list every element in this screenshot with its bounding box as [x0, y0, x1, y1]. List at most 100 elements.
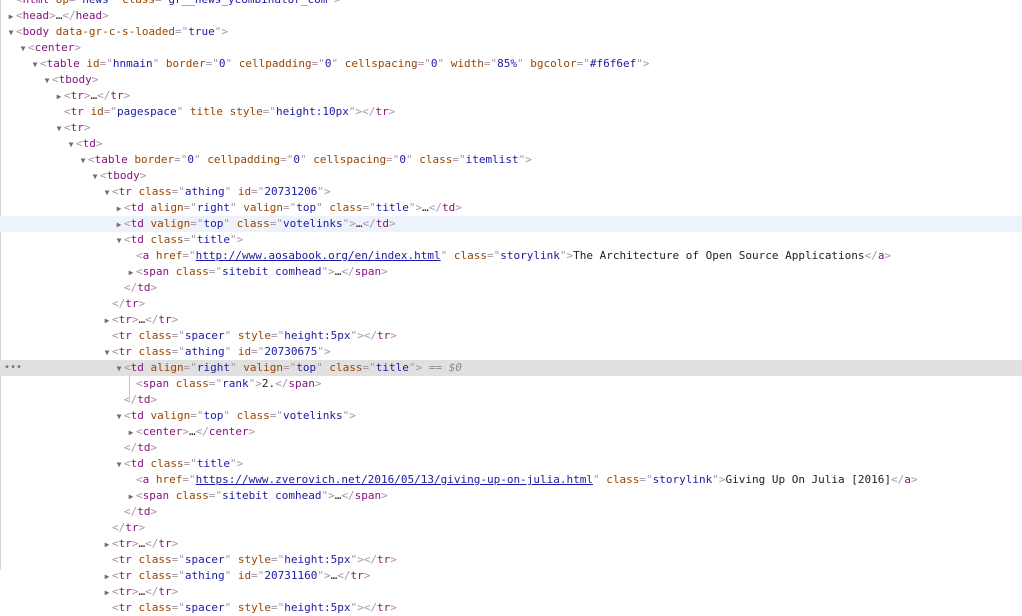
dom-node-row[interactable]: ▼ <tr class="athing" id="20730675">: [0, 344, 1022, 360]
dom-node-row[interactable]: <tr class="spacer" style="height:5px"></…: [0, 600, 1022, 616]
dom-node-row[interactable]: ▶ <center>…</center>: [0, 424, 1022, 440]
dom-node-markup[interactable]: <tbody>: [52, 73, 98, 86]
dom-node-markup[interactable]: <tr class="athing" id="20731206">: [112, 185, 331, 198]
dom-node-row[interactable]: ▼ <tbody>: [0, 72, 1022, 88]
dom-node-markup[interactable]: <td align="right" valign="top" class="ti…: [124, 361, 462, 374]
dom-node-markup[interactable]: <table border="0" cellpadding="0" cellsp…: [88, 153, 532, 166]
expand-triangle-icon[interactable]: ▶: [114, 217, 124, 233]
dom-node-row[interactable]: ▶ <span class="sitebit comhead">…</span>: [0, 488, 1022, 504]
dom-node-row[interactable]: ▶ <tr class="athing" id="20731160">…</tr>: [0, 568, 1022, 584]
collapse-triangle-icon[interactable]: ▼: [114, 457, 124, 473]
dom-node-row[interactable]: ▼ <td valign="top" class="votelinks">: [0, 408, 1022, 424]
dom-node-markup[interactable]: </tr>: [112, 297, 145, 310]
dom-node-markup[interactable]: </td>: [124, 441, 157, 454]
dom-node-markup[interactable]: <a href="https://www.zverovich.net/2016/…: [136, 473, 918, 486]
collapse-triangle-icon[interactable]: ▼: [114, 361, 124, 377]
dom-node-markup[interactable]: <tr class="spacer" style="height:5px"></…: [112, 601, 397, 614]
dom-node-markup[interactable]: <tr>: [64, 121, 91, 134]
expand-triangle-icon[interactable]: ▶: [126, 265, 136, 281]
dom-node-row[interactable]: ▶ <td align="right" valign="top" class="t…: [0, 200, 1022, 216]
dom-node-markup[interactable]: <td class="title">: [124, 233, 243, 246]
dom-node-markup[interactable]: <tr>…</tr>: [64, 89, 130, 102]
dom-node-markup[interactable]: <span class="sitebit comhead">…</span>: [136, 265, 388, 278]
dom-node-markup[interactable]: <tr>…</tr>: [112, 537, 178, 550]
collapse-triangle-icon[interactable]: ▼: [114, 409, 124, 425]
dom-node-row[interactable]: ▶ <span class="sitebit comhead">…</span>: [0, 264, 1022, 280]
dom-node-row[interactable]: <html op="news" class="gr__news_ycombina…: [0, 0, 1022, 8]
collapse-triangle-icon[interactable]: ▼: [102, 185, 112, 201]
dom-node-markup[interactable]: <tr class="athing" id="20731160">…</tr>: [112, 569, 370, 582]
dom-node-markup[interactable]: <table id="hnmain" border="0" cellpaddin…: [40, 57, 649, 70]
dom-node-row[interactable]: ▼ <table border="0" cellpadding="0" cells…: [0, 152, 1022, 168]
dom-node-row[interactable]: ▼ <tr class="athing" id="20731206">: [0, 184, 1022, 200]
dom-node-row[interactable]: ▼ <td>: [0, 136, 1022, 152]
expand-triangle-icon[interactable]: ▶: [126, 425, 136, 441]
dom-node-row[interactable]: </td>: [0, 280, 1022, 296]
dom-node-markup[interactable]: <td valign="top" class="votelinks">: [124, 409, 356, 422]
collapse-triangle-icon[interactable]: ▼: [90, 169, 100, 185]
expand-triangle-icon[interactable]: ▶: [114, 201, 124, 217]
collapse-triangle-icon[interactable]: ▼: [54, 121, 64, 137]
dom-node-row[interactable]: ▶ <tr>…</tr>: [0, 536, 1022, 552]
dom-node-markup[interactable]: <tr id="pagespace" title style="height:1…: [64, 105, 395, 118]
dom-node-row[interactable]: <a href="http://www.aosabook.org/en/inde…: [0, 248, 1022, 264]
dom-node-row[interactable]: </td>: [0, 504, 1022, 520]
dom-node-markup[interactable]: </td>: [124, 505, 157, 518]
collapse-triangle-icon[interactable]: ▼: [6, 25, 16, 41]
dom-node-row[interactable]: <span class="rank">2.</span>: [0, 376, 1022, 392]
dom-node-row[interactable]: </tr>: [0, 520, 1022, 536]
more-options-icon[interactable]: •••: [4, 360, 22, 376]
dom-node-markup[interactable]: <tr>…</tr>: [112, 585, 178, 598]
dom-node-row[interactable]: ▼ <td class="title">: [0, 232, 1022, 248]
dom-node-markup[interactable]: <tr class="spacer" style="height:5px"></…: [112, 553, 397, 566]
dom-node-markup[interactable]: </tr>: [112, 521, 145, 534]
dom-node-markup[interactable]: <a href="http://www.aosabook.org/en/inde…: [136, 249, 891, 262]
dom-node-row[interactable]: ▶ <td valign="top" class="votelinks">…</t…: [0, 216, 1022, 232]
dom-node-markup[interactable]: <html op="news" class="gr__news_ycombina…: [16, 0, 341, 6]
dom-node-row[interactable]: ▶ <tr>…</tr>: [0, 88, 1022, 104]
dom-node-row[interactable]: <tr class="spacer" style="height:5px"></…: [0, 328, 1022, 344]
dom-node-markup[interactable]: <center>: [28, 41, 81, 54]
dom-node-markup[interactable]: <tr class="athing" id="20730675">: [112, 345, 331, 358]
dom-node-row[interactable]: ▶ <head>…</head>: [0, 8, 1022, 24]
dom-node-row[interactable]: ▼ <center>: [0, 40, 1022, 56]
expand-triangle-icon[interactable]: ▶: [102, 537, 112, 553]
expand-triangle-icon[interactable]: ▶: [126, 489, 136, 505]
dom-node-markup[interactable]: <td>: [76, 137, 103, 150]
dom-node-row[interactable]: </td>: [0, 440, 1022, 456]
dom-node-markup[interactable]: <span class="sitebit comhead">…</span>: [136, 489, 388, 502]
dom-node-markup[interactable]: <tr>…</tr>: [112, 313, 178, 326]
expand-triangle-icon[interactable]: ▶: [102, 585, 112, 601]
collapse-triangle-icon[interactable]: ▼: [114, 233, 124, 249]
dom-node-markup[interactable]: <td align="right" valign="top" class="ti…: [124, 201, 462, 214]
collapse-triangle-icon[interactable]: ▼: [42, 73, 52, 89]
dom-node-row[interactable]: ••• ▼ <td align="right" valign="top" class…: [0, 360, 1022, 376]
dom-node-row[interactable]: ▼ <tbody>: [0, 168, 1022, 184]
expand-triangle-icon[interactable]: ▶: [54, 89, 64, 105]
collapse-triangle-icon[interactable]: ▼: [66, 137, 76, 153]
dom-node-markup[interactable]: <tr class="spacer" style="height:5px"></…: [112, 329, 397, 342]
collapse-triangle-icon[interactable]: ▼: [30, 57, 40, 73]
expand-triangle-icon[interactable]: ▶: [6, 9, 16, 25]
collapse-triangle-icon[interactable]: ▼: [78, 153, 88, 169]
dom-node-row[interactable]: </td>: [0, 392, 1022, 408]
dom-node-markup[interactable]: <head>…</head>: [16, 9, 109, 22]
collapse-triangle-icon[interactable]: ▼: [18, 41, 28, 57]
dom-node-row[interactable]: ▼ <td class="title">: [0, 456, 1022, 472]
dom-node-row[interactable]: ▼ <table id="hnmain" border="0" cellpaddi…: [0, 56, 1022, 72]
dom-node-markup[interactable]: <center>…</center>: [136, 425, 255, 438]
dom-node-row[interactable]: ▶ <tr>…</tr>: [0, 584, 1022, 600]
dom-node-row[interactable]: </tr>: [0, 296, 1022, 312]
dom-node-row[interactable]: ▼ <tr>: [0, 120, 1022, 136]
dom-node-markup[interactable]: <tbody>: [100, 169, 146, 182]
dom-node-markup[interactable]: <td valign="top" class="votelinks">…</td…: [124, 217, 396, 230]
collapse-triangle-icon[interactable]: ▼: [102, 345, 112, 361]
dom-node-row[interactable]: <a href="https://www.zverovich.net/2016/…: [0, 472, 1022, 488]
expand-triangle-icon[interactable]: ▶: [102, 313, 112, 329]
dom-node-row[interactable]: <tr id="pagespace" title style="height:1…: [0, 104, 1022, 120]
expand-triangle-icon[interactable]: ▶: [102, 569, 112, 585]
dom-node-markup[interactable]: </td>: [124, 281, 157, 294]
dom-node-markup[interactable]: <td class="title">: [124, 457, 243, 470]
dom-node-row[interactable]: ▶ <tr>…</tr>: [0, 312, 1022, 328]
dom-node-markup[interactable]: <span class="rank">2.</span>: [136, 377, 322, 390]
